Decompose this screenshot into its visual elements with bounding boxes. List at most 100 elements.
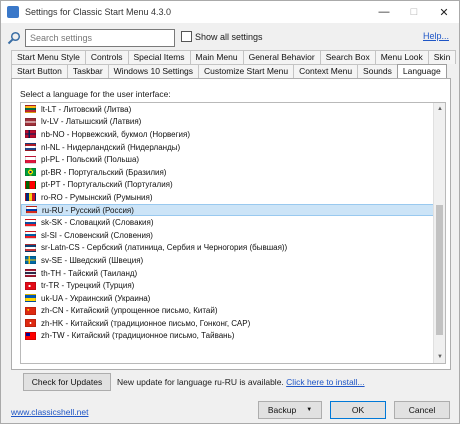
list-scrollbar[interactable]: ▲ ▼ <box>433 103 445 363</box>
language-item-label: th-TH - Тайский (Таиланд) <box>41 268 138 278</box>
tab-search-box[interactable]: Search Box <box>319 50 376 64</box>
language-item-sl-si[interactable]: sl-SI - Словенский (Словения) <box>21 229 434 242</box>
backup-button[interactable]: Backup ▼ <box>258 401 322 419</box>
language-item-label: uk-UA - Украинский (Украина) <box>41 293 151 303</box>
scroll-down-arrow-icon[interactable]: ▼ <box>434 351 445 363</box>
flag-cn-icon <box>25 306 36 315</box>
update-status: New update for language ru-RU is availab… <box>117 377 365 387</box>
tabs-row-2: Start Button Taskbar Windows 10 Settings Cu… <box>11 64 447 79</box>
flag-nl-icon <box>25 143 36 152</box>
flag-pt-icon <box>25 180 36 189</box>
language-item-label: sr-Latn-CS - Сербский (латиница, Сербия … <box>41 243 288 253</box>
close-button[interactable]: ✕ <box>429 1 459 23</box>
tab-controls[interactable]: Controls <box>84 50 129 64</box>
language-item-tr-tr[interactable]: tr-TR - Турецкий (Турция) <box>21 279 434 292</box>
show-all-label: Show all settings <box>195 31 263 42</box>
language-item-sr-latn-cs[interactable]: sr-Latn-CS - Сербский (латиница, Сербия … <box>21 242 434 255</box>
scroll-thumb[interactable] <box>436 205 443 336</box>
tab-skin[interactable]: Skin <box>427 50 457 64</box>
settings-window: Settings for Classic Start Menu 4.3.0 — … <box>0 0 460 424</box>
minimize-button[interactable]: — <box>369 1 399 23</box>
language-item-label: sk-SK - Словацкий (Словакия) <box>41 218 154 228</box>
language-item-label: ru-RU - Русский (Россия) <box>42 205 134 215</box>
language-item-zh-cn[interactable]: zh-CN - Китайский (упрощенное письмо, Ки… <box>21 305 434 318</box>
tabs-row-1: Start Menu Style Controls Special Items Mai… <box>11 50 457 64</box>
ok-button[interactable]: OK <box>330 401 386 419</box>
language-item-label: sv-SE - Шведский (Швеция) <box>41 255 144 265</box>
check-for-updates-button[interactable]: Check for Updates <box>23 373 111 391</box>
tab-windows-10-settings[interactable]: Windows 10 Settings <box>107 64 200 78</box>
tab-context-menu[interactable]: Context Menu <box>293 64 359 78</box>
language-item-pt-br[interactable]: pt-BR - Португальский (Бразилия) <box>21 166 434 179</box>
language-item-label: pl-PL - Польский (Польша) <box>41 155 140 165</box>
flag-cs-icon <box>25 243 36 252</box>
language-panel-label: Select a language for the user interface… <box>20 89 171 99</box>
language-item-nb-no[interactable]: nb-NO - Норвежский, букмол (Норвегия) <box>21 128 434 141</box>
flag-lt-icon <box>25 105 36 114</box>
language-item-th-th[interactable]: th-TH - Тайский (Таиланд) <box>21 267 434 280</box>
flag-tw-icon <box>25 331 36 340</box>
language-rows: lt-LT - Литовский (Литва) lv-LV - Латышск… <box>21 103 434 342</box>
language-item-label: pt-PT - Португальский (Португалия) <box>41 180 173 190</box>
flag-ua-icon <box>25 294 36 303</box>
language-item-ro-ro[interactable]: ro-RO - Румынский (Румыния) <box>21 191 434 204</box>
tab-main-menu[interactable]: Main Menu <box>189 50 244 64</box>
language-item-zh-tw[interactable]: zh-TW - Китайский (традиционное письмо, … <box>21 330 434 343</box>
tab-start-menu-style[interactable]: Start Menu Style <box>11 50 86 64</box>
language-item-sv-se[interactable]: sv-SE - Шведский (Швеция) <box>21 254 434 267</box>
language-item-zh-hk[interactable]: zh-HK - Китайский (традиционное письмо, … <box>21 317 434 330</box>
flag-br-icon <box>25 168 36 177</box>
language-item-lv-lv[interactable]: lv-LV - Латышский (Латвия) <box>21 116 434 129</box>
cancel-button[interactable]: Cancel <box>394 401 450 419</box>
search-icon <box>7 31 21 45</box>
backup-label: Backup <box>267 405 297 415</box>
flag-ru-icon <box>26 206 37 215</box>
scroll-up-arrow-icon[interactable]: ▲ <box>434 103 445 115</box>
tab-special-items[interactable]: Special Items <box>127 50 191 64</box>
update-row: Check for Updates New update for languag… <box>23 373 443 391</box>
language-item-pt-pt[interactable]: pt-PT - Португальский (Португалия) <box>21 179 434 192</box>
language-item-ru-ru[interactable]: ru-RU - Русский (Россия) <box>21 203 434 217</box>
language-item-pl-pl[interactable]: pl-PL - Польский (Польша) <box>21 153 434 166</box>
website-link[interactable]: www.classicshell.net <box>11 407 88 417</box>
window-title: Settings for Classic Start Menu 4.3.0 <box>25 7 172 17</box>
tab-language[interactable]: Language <box>396 64 447 79</box>
dropdown-arrow-icon: ▼ <box>306 407 313 413</box>
flag-sk-icon <box>25 218 36 227</box>
flag-no-icon <box>25 130 36 139</box>
language-item-nl-nl[interactable]: nl-NL - Нидерландский (Нидерланды) <box>21 141 434 154</box>
tab-customize-start-menu[interactable]: Customize Start Menu <box>198 64 295 78</box>
language-item-uk-ua[interactable]: uk-UA - Украинский (Украина) <box>21 292 434 305</box>
title-bar[interactable]: Settings for Classic Start Menu 4.3.0 — … <box>1 1 459 23</box>
language-item-lt-lt[interactable]: lt-LT - Литовский (Литва) <box>21 103 434 116</box>
search-input[interactable]: Search settings <box>25 29 175 47</box>
language-item-label: pt-BR - Португальский (Бразилия) <box>41 167 167 177</box>
tab-menu-look[interactable]: Menu Look <box>374 50 429 64</box>
help-link[interactable]: Help... <box>423 31 449 41</box>
language-item-label: ro-RO - Румынский (Румыния) <box>41 192 153 202</box>
window-controls: — □ ✕ <box>369 1 459 23</box>
language-list[interactable]: lt-LT - Литовский (Литва) lv-LV - Латышск… <box>20 102 446 364</box>
show-all-checkbox[interactable] <box>181 31 192 42</box>
install-update-link[interactable]: Click here to install... <box>286 377 364 387</box>
search-row: Search settings Show all settings Help..… <box>7 29 453 47</box>
tab-taskbar[interactable]: Taskbar <box>66 64 109 78</box>
language-item-label: lt-LT - Литовский (Литва) <box>41 104 132 114</box>
language-item-label: zh-TW - Китайский (традиционное письмо, … <box>41 331 235 341</box>
language-item-label: lv-LV - Латышский (Латвия) <box>41 117 142 127</box>
tab-start-button[interactable]: Start Button <box>11 64 68 78</box>
flag-se-icon <box>25 256 36 265</box>
language-item-sk-sk[interactable]: sk-SK - Словацкий (Словакия) <box>21 216 434 229</box>
language-item-label: zh-HK - Китайский (традиционное письмо, … <box>41 318 251 328</box>
show-all-settings-toggle[interactable]: Show all settings <box>181 31 263 42</box>
language-panel: Select a language for the user interface… <box>11 78 451 370</box>
flag-ro-icon <box>25 193 36 202</box>
maximize-button[interactable]: □ <box>399 1 429 23</box>
flag-th-icon <box>25 269 36 278</box>
language-item-label: tr-TR - Турецкий (Турция) <box>41 281 135 291</box>
tab-sounds[interactable]: Sounds <box>357 64 398 78</box>
language-item-label: nb-NO - Норвежский, букмол (Норвегия) <box>41 129 191 139</box>
language-item-label: nl-NL - Нидерландский (Нидерланды) <box>41 142 181 152</box>
tab-general-behavior[interactable]: General Behavior <box>242 50 321 64</box>
flag-tr-icon <box>25 281 36 290</box>
